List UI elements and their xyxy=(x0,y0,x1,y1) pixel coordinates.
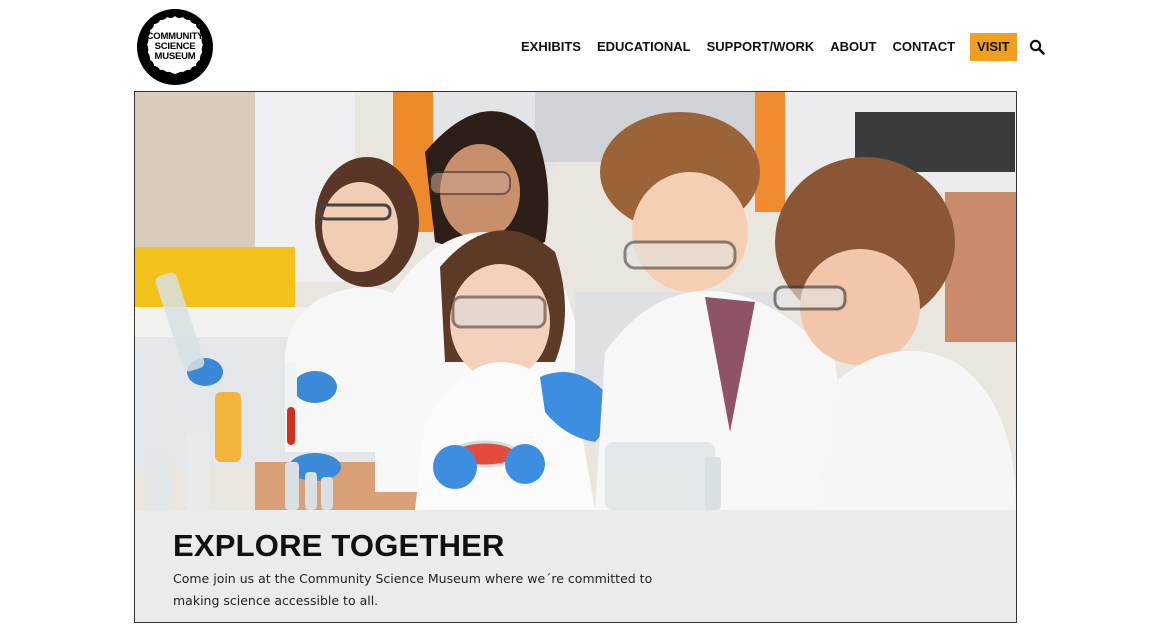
logo-text: COMMUNITY SCIENCE MUSEUM xyxy=(136,8,214,86)
hero-title: EXPLORE TOGETHER xyxy=(173,528,505,563)
main-nav: EXHIBITS EDUCATIONAL SUPPORT/WORK ABOUT … xyxy=(513,33,1045,61)
hero-description: Come join us at the Community Science Mu… xyxy=(173,571,653,608)
hero-image xyxy=(135,92,1016,510)
nav-item-contact[interactable]: CONTACT xyxy=(884,33,963,61)
search-icon[interactable] xyxy=(1029,39,1045,55)
nav-item-support-work[interactable]: SUPPORT/WORK xyxy=(699,33,823,61)
logo-line-3: MUSEUM xyxy=(154,51,196,62)
hero-caption: EXPLORE TOGETHER Come join us at the Com… xyxy=(135,510,1016,622)
nav-item-about[interactable]: ABOUT xyxy=(822,33,884,61)
lab-students-illustration xyxy=(135,92,1016,510)
page: COMMUNITY SCIENCE MUSEUM EXHIBITS EDUCAT… xyxy=(0,0,1150,634)
nav-item-educational[interactable]: EDUCATIONAL xyxy=(589,33,699,61)
nav-item-exhibits[interactable]: EXHIBITS xyxy=(513,33,589,61)
site-logo[interactable]: COMMUNITY SCIENCE MUSEUM xyxy=(136,8,214,86)
hero-section: EXPLORE TOGETHER Come join us at the Com… xyxy=(134,91,1017,623)
visit-button[interactable]: VISIT xyxy=(970,33,1017,61)
